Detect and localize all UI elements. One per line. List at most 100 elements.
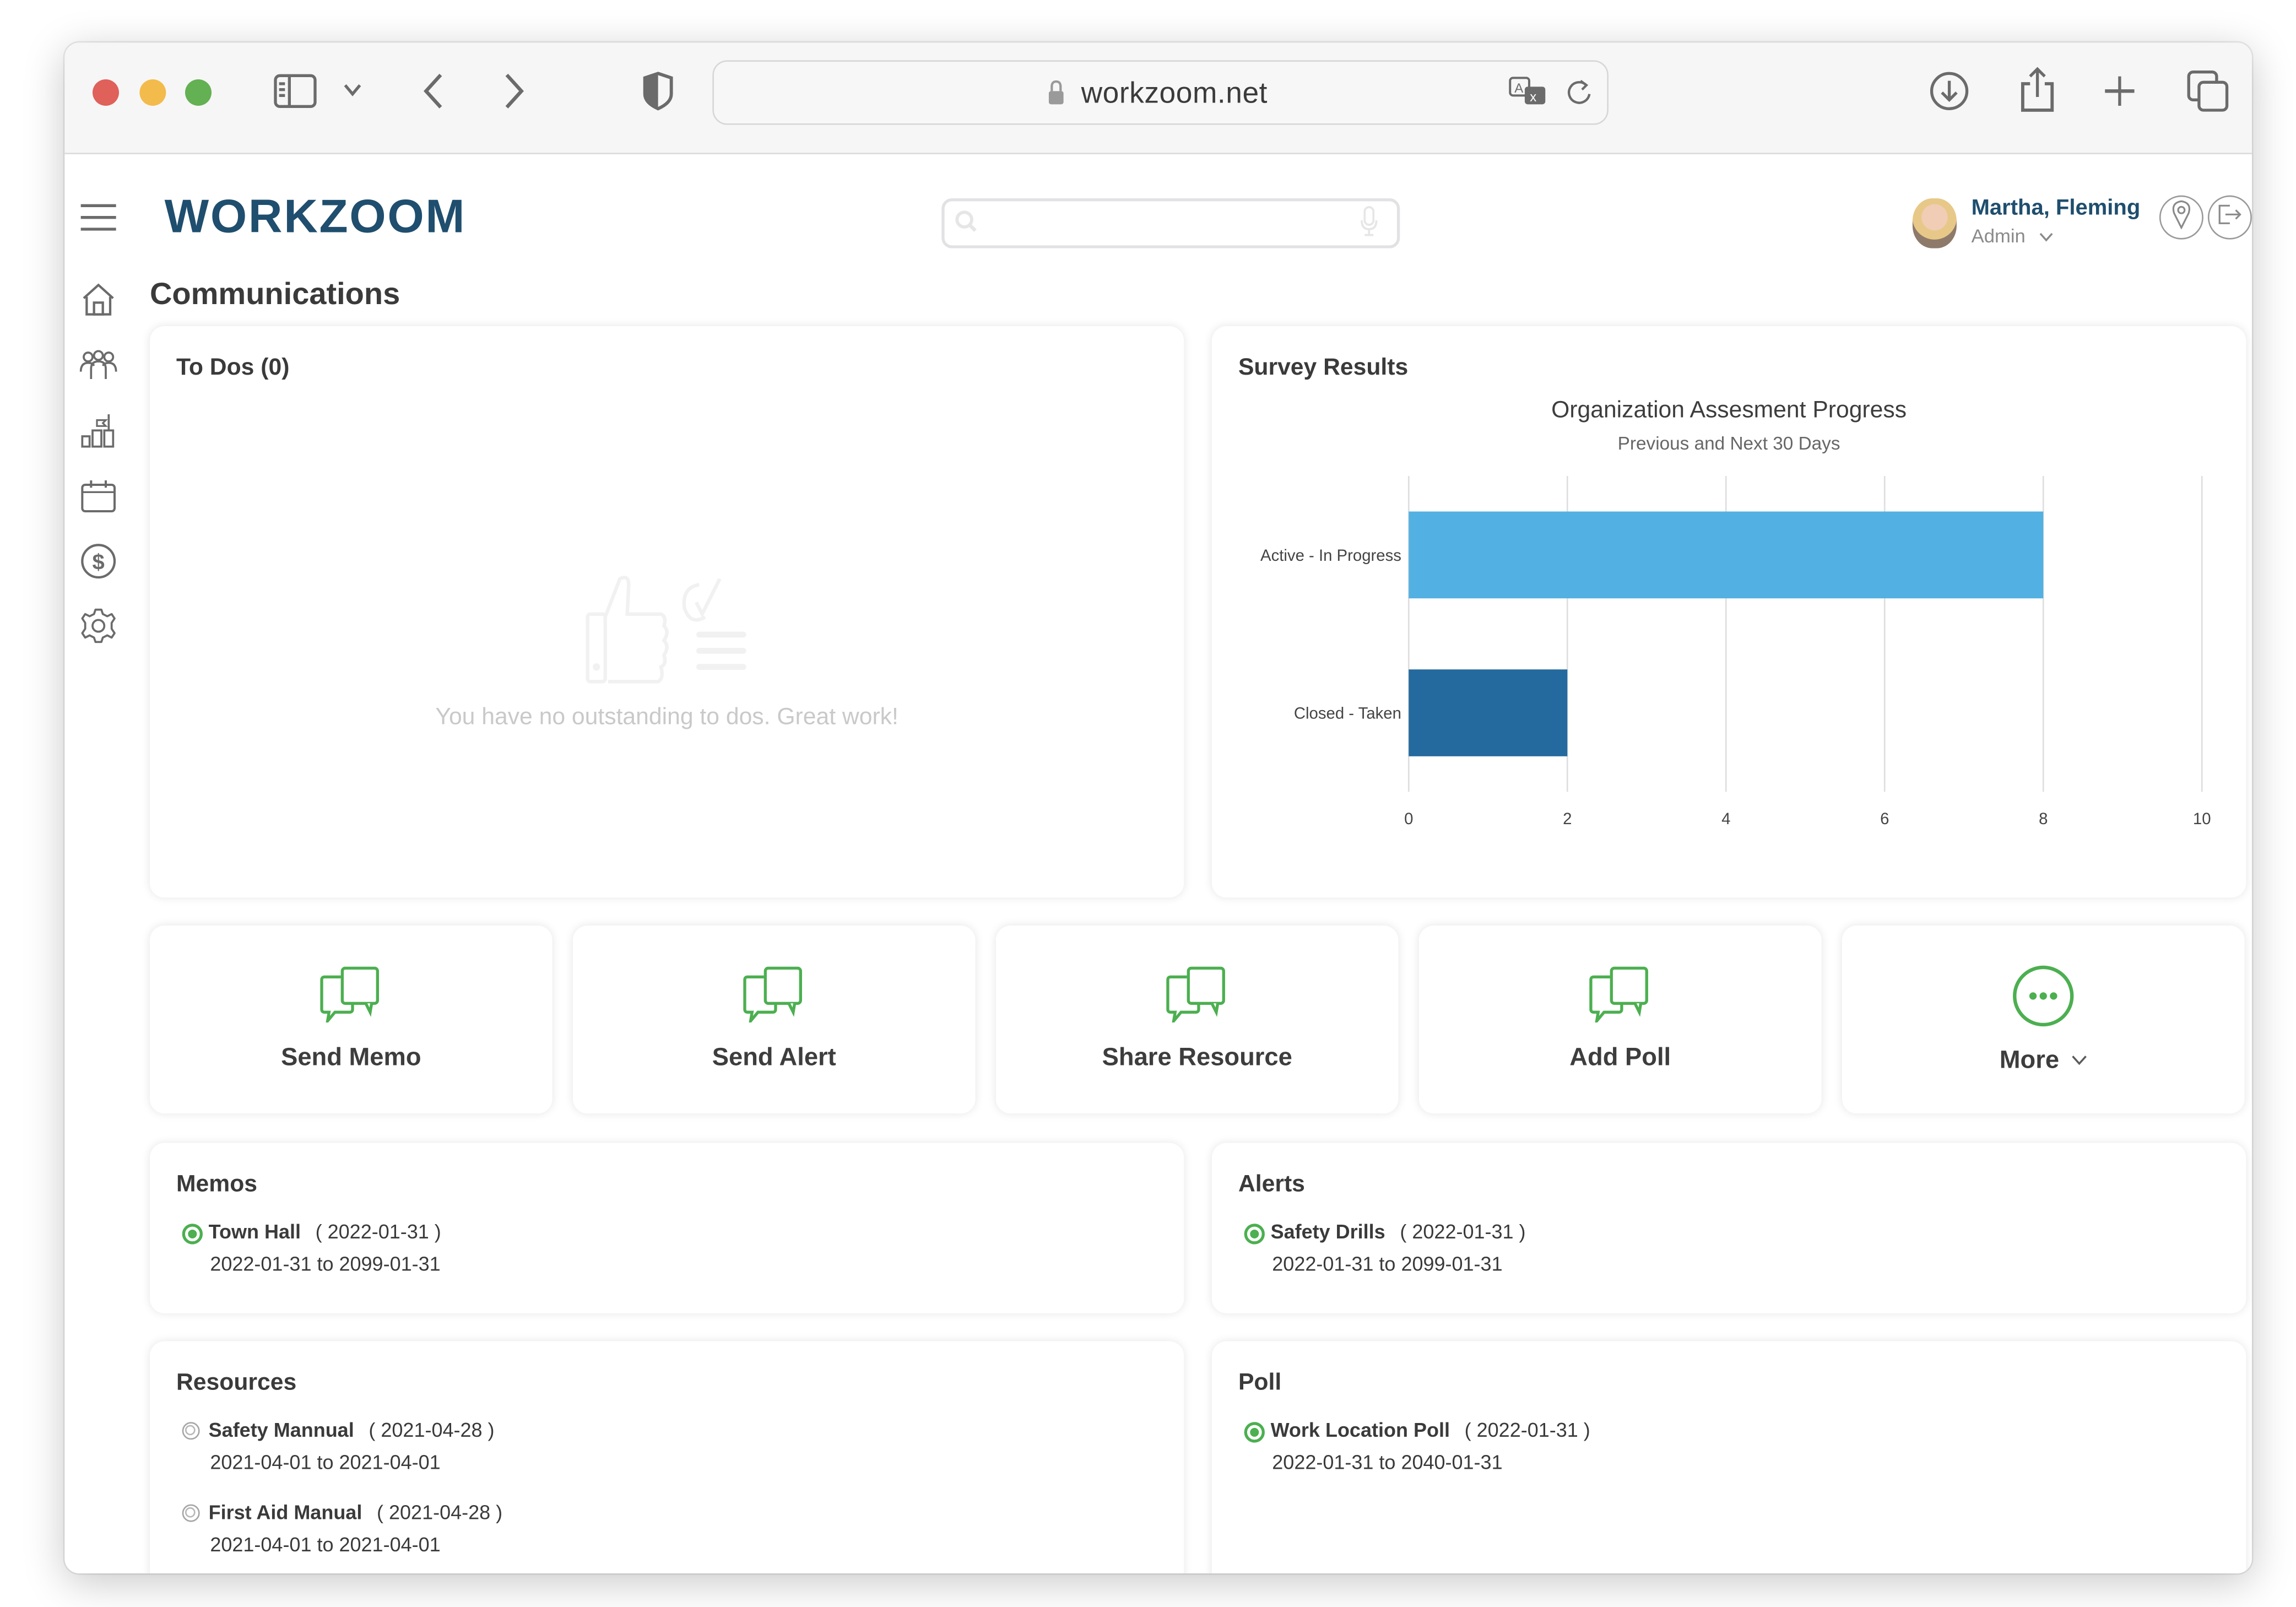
dollar-icon[interactable]: $ [79,542,117,580]
back-icon[interactable] [417,72,450,110]
status-active-icon [1244,1422,1265,1443]
search-input[interactable] [941,198,1400,248]
y-category-label: Active - In Progress [1260,547,1401,565]
screen: workzoom.net Ax $ WORKZOOM Martha, Flemi… [0,0,2296,1607]
chat-bubbles-icon [1165,966,1230,1030]
chevron-down-icon [2040,225,2055,247]
bar-active-in-progress[interactable] [1409,511,2044,599]
user-role: Admin [1971,224,2026,247]
poll-title: Poll [1238,1370,1282,1396]
action-more-button[interactable]: More [1842,925,2245,1114]
share-icon[interactable] [2016,64,2060,115]
action-label-text: Share Resource [1102,1043,1292,1071]
avatar [1912,198,1957,248]
item-title[interactable]: Safety Mannual ( 2021-04-28 ) [209,1419,495,1441]
chat-bubbles-icon [319,966,383,1030]
item-title[interactable]: First Aid Manual ( 2021-04-28 ) [209,1501,503,1523]
x-tick-label: 6 [1880,810,1889,828]
item-date: ( 2022-01-31 ) [1464,1419,1590,1441]
download-icon[interactable] [1927,69,1972,113]
settings-gear-icon[interactable] [79,607,117,645]
action-send-alert-button[interactable]: Send Alert [572,925,976,1114]
page-title: Communications [149,277,400,312]
sidebar-toggle-icon[interactable] [272,72,318,110]
y-category-label: Closed - Taken [1294,705,1401,723]
zoom-window-button[interactable] [185,79,212,106]
svg-text:$: $ [93,550,105,574]
action-send-memo-button[interactable]: Send Memo [149,925,553,1114]
close-window-button[interactable] [92,79,119,106]
action-label-text: More [1999,1046,2060,1074]
item-date: ( 2021-04-28 ) [377,1501,503,1524]
status-inactive-icon [182,1422,200,1440]
chart-title: Organization Assesment Progress [1551,396,1907,423]
item-name: Work Location Poll [1270,1419,1450,1441]
action-label-text: Send Memo [281,1043,421,1071]
map-pin-icon [2171,199,2191,236]
action-add-poll-button[interactable]: Add Poll [1418,925,1822,1114]
translate-icon[interactable]: Ax [1507,75,1551,110]
new-tab-icon[interactable] [2100,72,2138,110]
chevron-down-icon[interactable] [341,78,365,101]
poll-card: Poll Work Location Poll ( 2022-01-31 ) 202… [1211,1341,2246,1573]
workzoom-logo[interactable]: WORKZOOM [165,190,466,244]
shield-icon[interactable] [641,71,676,112]
user-role-dropdown[interactable]: Admin [1972,225,2055,247]
more-icon [2011,964,2076,1036]
item-date-range: 2022-01-31 to 2099-01-31 [1272,1253,1503,1275]
item-date: ( 2021-04-28 ) [369,1419,495,1441]
item-date: ( 2022-01-31 ) [315,1220,441,1243]
action-label: Share Resource [996,1043,1399,1072]
memos-card: Memos Town Hall ( 2022-01-31 ) 2022-01-31 … [149,1143,1184,1313]
item-title[interactable]: Town Hall ( 2022-01-31 ) [209,1221,441,1243]
home-icon[interactable] [79,280,117,318]
status-inactive-icon [182,1504,200,1522]
item-date-range: 2022-01-31 to 2040-01-31 [1272,1451,1503,1474]
todos-card: To Dos (0) You have no outstanding to do… [149,326,1184,898]
x-tick-label: 4 [1721,810,1730,828]
reload-icon[interactable] [1563,75,1595,110]
search-icon [954,209,980,242]
hamburger-menu-icon[interactable] [79,201,117,239]
user-name: Martha, Fleming [1971,195,2141,220]
forward-icon[interactable] [498,72,530,110]
action-label: Send Alert [573,1043,976,1072]
svg-text:x: x [1530,90,1536,105]
alerts-card: Alerts Safety Drills ( 2022-01-31 ) 2022-0… [1211,1143,2246,1313]
item-date-range: 2021-04-01 to 2021-04-01 [210,1451,441,1474]
minimize-window-button[interactable] [139,79,166,106]
chart-subtitle: Previous and Next 30 Days [1618,434,1840,454]
todos-title: To Dos (0) [176,355,290,381]
microphone-icon[interactable] [1359,205,1379,245]
thumbs-up-checklist-icon [584,576,749,692]
logout-icon [2217,202,2243,233]
action-share-resource-button[interactable]: Share Resource [995,925,1399,1114]
status-active-icon [1244,1224,1265,1245]
tabs-overview-icon[interactable] [2184,68,2231,115]
chat-bubbles-icon [1588,966,1653,1030]
reports-icon[interactable] [79,412,117,450]
item-title[interactable]: Work Location Poll ( 2022-01-31 ) [1271,1419,1590,1441]
calendar-icon[interactable] [79,478,117,516]
item-title[interactable]: Safety Drills ( 2022-01-31 ) [1271,1221,1526,1243]
app: $ WORKZOOM Martha, Fleming Admin Communi… [64,154,2252,1573]
resources-title: Resources [176,1370,297,1396]
memos-title: Memos [176,1172,257,1198]
browser-toolbar: workzoom.net Ax [64,42,2252,154]
survey-results-card: Survey Results Organization Assesment Pr… [1211,326,2246,898]
bar-closed-taken[interactable] [1409,669,1568,756]
address-bar[interactable]: workzoom.net Ax [712,60,1609,125]
people-icon[interactable] [79,347,117,385]
x-tick-label: 10 [2193,810,2211,828]
logout-button[interactable] [2207,195,2252,240]
item-date-range: 2022-01-31 to 2099-01-31 [210,1253,441,1275]
svg-text:A: A [1514,81,1523,96]
browser-window: workzoom.net Ax $ WORKZOOM Martha, Flemi… [64,42,2252,1573]
x-tick-label: 2 [1563,810,1572,828]
action-label-text: Add Poll [1569,1043,1671,1071]
action-label: Add Poll [1419,1043,1822,1072]
item-date-range: 2021-04-01 to 2021-04-01 [210,1533,441,1556]
status-active-icon [182,1224,203,1245]
location-button[interactable] [2159,195,2203,240]
item-name: First Aid Manual [208,1501,362,1524]
